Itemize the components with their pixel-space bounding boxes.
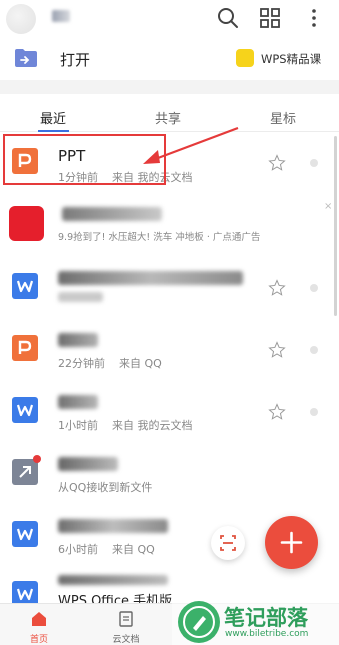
ad-item[interactable]: 9.9抢到了! 水压超大! 洗车 冲地板 · 广点通广告 × — [0, 194, 339, 254]
file-title-blurred — [58, 457, 118, 471]
cloud-doc-icon — [119, 611, 133, 627]
nav-home[interactable]: 首页 — [9, 604, 69, 645]
file-meta: 1小时前 来自 我的云文档 — [58, 419, 193, 432]
star-icon[interactable] — [268, 279, 286, 297]
doc-file-icon — [12, 397, 38, 423]
avatar[interactable] — [6, 4, 36, 34]
open-label: 打开 — [60, 51, 91, 69]
home-icon — [32, 612, 46, 626]
wps-course-icon — [236, 49, 254, 67]
grid-icon[interactable] — [258, 6, 282, 30]
ad-image — [9, 206, 44, 241]
nav-cloud-docs-label: 云文档 — [112, 635, 140, 645]
add-button[interactable] — [265, 516, 318, 569]
scrollbar[interactable] — [334, 136, 337, 316]
list-item[interactable]: 从QQ接收到新文件 — [0, 442, 339, 502]
star-icon[interactable] — [268, 403, 286, 421]
tab-recent[interactable]: 最近 — [40, 108, 66, 127]
ad-description: 9.9抢到了! 水压超大! 洗车 冲地板 · 广点通广告 — [58, 232, 261, 243]
username-blurred — [52, 10, 70, 22]
wps-course-link[interactable]: WPS精品课 — [261, 51, 321, 67]
more-dot[interactable] — [310, 159, 318, 167]
star-icon[interactable] — [268, 154, 286, 172]
file-meta: 22分钟前 来自 QQ — [58, 357, 162, 370]
nav-cloud-docs[interactable]: 云文档 — [96, 604, 156, 645]
list-item[interactable] — [0, 256, 339, 316]
search-icon[interactable] — [216, 6, 240, 30]
open-row[interactable]: 打开 WPS精品课 — [0, 40, 339, 78]
file-meta: 6小时前 来自 QQ — [58, 543, 155, 556]
nav-home-label: 首页 — [29, 635, 48, 645]
watermark-text: 笔记部落 — [224, 606, 308, 630]
star-icon[interactable] — [268, 341, 286, 359]
more-vertical-icon[interactable] — [302, 6, 326, 30]
file-title-blurred — [58, 575, 168, 585]
highlight-box — [3, 134, 166, 185]
watermark-url: www.biletribe.com — [225, 629, 309, 639]
list-item[interactable]: 1小时前 来自 我的云文档 — [0, 380, 339, 440]
tab-shared[interactable]: 共享 — [155, 108, 181, 127]
file-meta-blurred — [58, 292, 103, 302]
watermark-logo — [178, 601, 220, 643]
file-title-blurred — [58, 519, 168, 533]
unread-badge — [33, 455, 41, 463]
top-bar — [0, 0, 339, 36]
file-title-blurred — [58, 333, 98, 347]
more-dot[interactable] — [310, 346, 318, 354]
ad-close-icon[interactable]: × — [324, 201, 332, 212]
tab-bar: 最近 共享 星标 — [0, 94, 339, 132]
file-title-blurred — [58, 271, 243, 285]
file-meta: 从QQ接收到新文件 — [58, 481, 153, 494]
doc-file-icon — [12, 521, 38, 547]
folder-open-icon — [15, 49, 37, 67]
doc-file-icon — [12, 273, 38, 299]
phone-screen: 打开 WPS精品课 最近 共享 星标 PPT 1分钟前 来自 我的云文档 9.9抢… — [0, 0, 339, 645]
file-title-blurred — [58, 395, 98, 409]
ppt-file-icon — [12, 335, 38, 361]
received-file-icon — [12, 459, 38, 485]
more-dot[interactable] — [310, 408, 318, 416]
ad-title-blurred — [62, 207, 162, 221]
tab-starred[interactable]: 星标 — [270, 108, 296, 127]
section-divider — [0, 80, 339, 94]
more-dot[interactable] — [310, 284, 318, 292]
plus-icon — [280, 531, 303, 554]
list-item[interactable]: 22分钟前 来自 QQ — [0, 318, 339, 378]
scan-icon — [220, 535, 236, 551]
scan-button[interactable] — [211, 526, 245, 560]
